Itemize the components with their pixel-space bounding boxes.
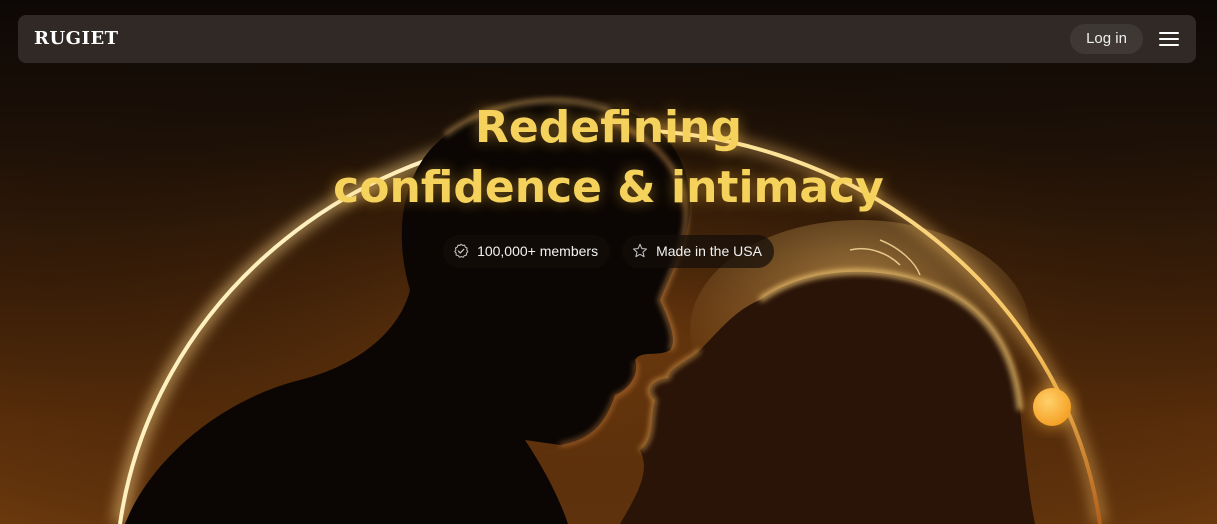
members-badge: 100,000+ members [443, 235, 611, 268]
headline-line-2: confidence & intimacy [333, 162, 884, 213]
menu-bar [1159, 44, 1179, 46]
login-button[interactable]: Log in [1070, 24, 1143, 54]
menu-bar [1159, 32, 1179, 34]
headline-line-1: Redefining [475, 102, 742, 153]
made-in-usa-badge: Made in the USA [622, 235, 774, 268]
verified-check-icon [454, 243, 469, 258]
top-navbar: RUGIET Log in [18, 15, 1196, 63]
menu-bar [1159, 38, 1179, 40]
brand-logo[interactable]: RUGIET [34, 28, 119, 50]
star-outline-icon [633, 243, 648, 258]
hero-headline: Redefining confidence & intimacy [0, 98, 1217, 218]
hamburger-menu-icon[interactable] [1156, 27, 1182, 51]
hero-badges: 100,000+ members Made in the USA [0, 235, 1217, 268]
members-badge-label: 100,000+ members [477, 243, 599, 259]
made-in-usa-badge-label: Made in the USA [656, 243, 762, 259]
orb [1033, 388, 1071, 426]
